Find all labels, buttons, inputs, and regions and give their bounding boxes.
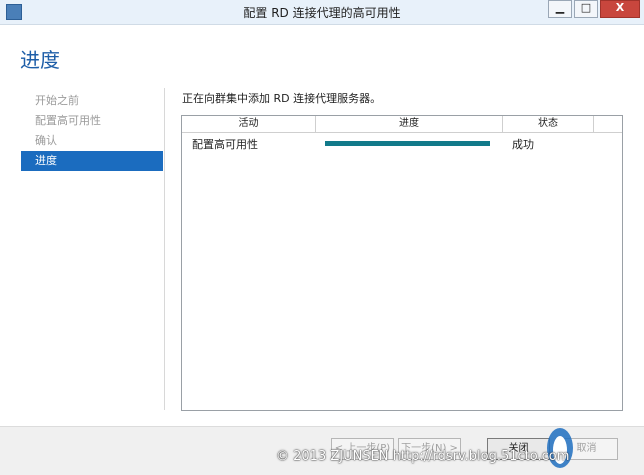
wizard-window: 配置 RD 连接代理的高可用性 ▁ □ X 进度 开始之前 配置高可用性 确认 进度… (0, 0, 644, 475)
progress-bar-fill (325, 141, 490, 146)
minimize-button[interactable]: ▁ (548, 0, 572, 18)
nav-divider (164, 88, 165, 410)
status-cell: 成功 (512, 138, 534, 151)
nav-item-label: 确认 (35, 134, 57, 147)
nav-item-label: 配置高可用性 (35, 114, 101, 127)
activity-cell: 配置高可用性 (192, 138, 258, 151)
progress-description: 正在向群集中添加 RD 连接代理服务器。 (182, 92, 382, 105)
close-window-button[interactable]: X (600, 0, 640, 18)
nav-item-before-you-begin: 开始之前 (21, 91, 163, 111)
wizard-nav: 开始之前 配置高可用性 确认 进度 (21, 91, 163, 171)
nav-item-confirmation: 确认 (21, 131, 163, 151)
grid-header: 活动 进度 状态 (182, 116, 622, 133)
maximize-button[interactable]: □ (574, 0, 598, 18)
window-controls: ▁ □ X (546, 0, 640, 18)
progress-bar (325, 141, 490, 146)
column-header-status[interactable]: 状态 (503, 116, 594, 132)
watermark: © 2013 ZJUNSEN http://rdsrv.blog.51cto.c… (276, 449, 570, 464)
column-header-activity[interactable]: 活动 (182, 116, 316, 132)
site-logo (547, 428, 573, 468)
column-header-progress[interactable]: 进度 (316, 116, 503, 132)
nav-item-label: 进度 (35, 154, 57, 167)
grid-row[interactable]: 配置高可用性 成功 (182, 134, 622, 152)
nav-item-progress[interactable]: 进度 (21, 151, 163, 171)
title-bar[interactable]: 配置 RD 连接代理的高可用性 ▁ □ X (0, 0, 644, 25)
progress-grid: 活动 进度 状态 配置高可用性 成功 (181, 115, 623, 411)
page-heading: 进度 (20, 48, 60, 72)
nav-item-configure-ha: 配置高可用性 (21, 111, 163, 131)
nav-item-label: 开始之前 (35, 94, 79, 107)
